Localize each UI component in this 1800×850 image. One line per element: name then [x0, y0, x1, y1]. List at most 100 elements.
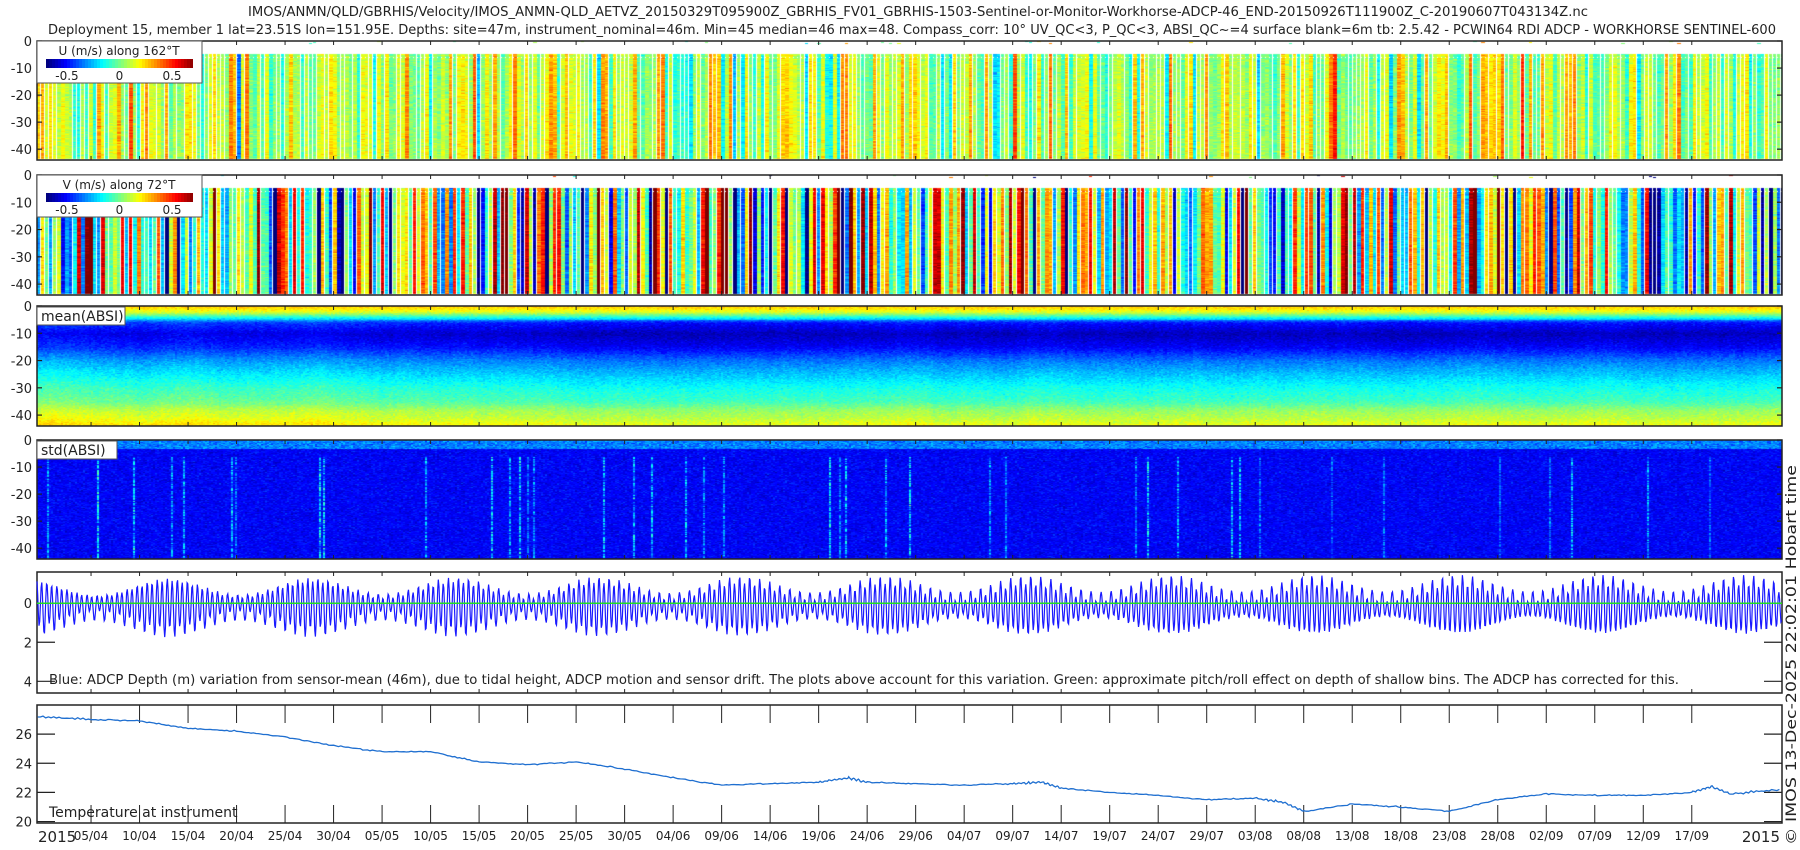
x-tick-label: 19/07 [1092, 829, 1127, 843]
colorbar-cell [151, 193, 154, 202]
colorbar-cell [100, 59, 103, 68]
colorbar-cell [163, 193, 166, 202]
x-tick-label: 03/08 [1238, 829, 1273, 843]
legend-label: U (m/s) along 162°T [58, 44, 180, 58]
colorbar-cell [109, 193, 112, 202]
colorbar-cell [145, 193, 148, 202]
y-tick-label: -10 [11, 196, 32, 211]
colorbar-tick-label: 0 [116, 203, 124, 217]
colorbar-cell [91, 193, 94, 202]
x-tick-label: 15/04 [171, 829, 206, 843]
x-tick-label: 20/05 [510, 829, 545, 843]
colorbar-cell [49, 59, 52, 68]
colorbar-cell [85, 193, 88, 202]
colorbar-cell [55, 59, 58, 68]
colorbar-cell [94, 193, 97, 202]
colorbar-cell [124, 193, 127, 202]
colorbar-cell [181, 59, 184, 68]
colorbar-cell [130, 59, 133, 68]
colorbar-cell [118, 193, 121, 202]
y-tick-label: -20 [11, 224, 32, 239]
colorbar-cell [142, 193, 145, 202]
colorbar-cell [115, 193, 118, 202]
y-tick-label: -10 [11, 461, 32, 476]
colorbar-cell [166, 193, 169, 202]
y-tick-label: -40 [11, 542, 32, 557]
y-tick-label: 26 [15, 728, 32, 743]
x-tick-label: 18/08 [1383, 829, 1418, 843]
x-tick-label: 15/05 [462, 829, 497, 843]
colorbar-cell [163, 59, 166, 68]
x-tick-label: 13/08 [1335, 829, 1370, 843]
colorbar-cell [97, 193, 100, 202]
colorbar-cell [76, 193, 79, 202]
colorbar-cell [64, 193, 67, 202]
y-tick-label: 2 [24, 636, 32, 651]
colorbar-cell [70, 193, 73, 202]
colorbar-cell [76, 59, 79, 68]
colorbar-cell [82, 59, 85, 68]
copyright-timestamp: © IMOS 13-Dec-2025 22:02:01 Hobart time [1784, 465, 1800, 845]
year-label-left: 2015 [38, 828, 76, 846]
colorbar-tick-label: 0.5 [162, 69, 181, 83]
temperature-label: Temperature at instrument [48, 805, 238, 821]
colorbar-cell [79, 193, 82, 202]
x-tick-label: 17/09 [1674, 829, 1709, 843]
year-label-right: 2015 [1742, 828, 1780, 846]
x-tick-label: 09/06 [704, 829, 739, 843]
colorbar-cell [61, 193, 64, 202]
x-tick-label: 29/06 [898, 829, 933, 843]
colorbar-cell [133, 59, 136, 68]
colorbar-cell [154, 193, 157, 202]
colorbar-cell [103, 59, 106, 68]
colorbar-cell [178, 193, 181, 202]
colorbar-cell [136, 193, 139, 202]
colorbar-tick-label: 0 [116, 69, 124, 83]
colorbar-cell [139, 193, 142, 202]
x-tick-label: 02/09 [1529, 829, 1564, 843]
x-tick-label: 30/04 [316, 829, 351, 843]
colorbar-cell [190, 193, 193, 202]
panel-frame-U [36, 40, 1783, 161]
colorbar-cell [148, 193, 151, 202]
colorbar-cell [130, 193, 133, 202]
colorbar-cell [88, 193, 91, 202]
colorbar-cell [133, 193, 136, 202]
y-tick-label: 0 [24, 35, 32, 50]
colorbar-cell [160, 193, 163, 202]
colorbar-cell [73, 59, 76, 68]
colorbar-cell [106, 59, 109, 68]
colorbar-cell [148, 59, 151, 68]
colorbar-cell [160, 59, 163, 68]
x-tick-label: 08/08 [1286, 829, 1321, 843]
y-tick-label: 22 [15, 786, 32, 801]
colorbar-cell [175, 59, 178, 68]
x-tick-label: 25/04 [268, 829, 303, 843]
colorbar-cell [115, 59, 118, 68]
y-tick-label: 4 [24, 675, 32, 690]
x-tick-label: 10/04 [122, 829, 157, 843]
colorbar-cell [61, 59, 64, 68]
colorbar-tick-label: -0.5 [55, 203, 78, 217]
colorbar-cell [127, 193, 130, 202]
y-tick-label: 24 [15, 757, 32, 772]
colorbar-cell [121, 59, 124, 68]
colorbar-cell [145, 59, 148, 68]
colorbar-cell [97, 59, 100, 68]
depth-annotation: Blue: ADCP Depth (m) variation from sens… [49, 673, 1679, 688]
colorbar-cell [70, 59, 73, 68]
colorbar-cell [127, 59, 130, 68]
y-tick-label: -40 [11, 409, 32, 424]
colorbar-cell [91, 59, 94, 68]
colorbar-cell [136, 59, 139, 68]
y-tick-label: 0 [24, 300, 32, 315]
y-tick-label: -30 [11, 251, 32, 266]
colorbar-cell [52, 59, 55, 68]
x-tick-label: 23/08 [1432, 829, 1467, 843]
colorbar-cell [55, 193, 58, 202]
y-tick-label: -40 [11, 143, 32, 158]
colorbar-cell [175, 193, 178, 202]
y-tick-label: -10 [11, 62, 32, 77]
colorbar-cell [58, 59, 61, 68]
y-tick-label: 0 [24, 169, 32, 184]
